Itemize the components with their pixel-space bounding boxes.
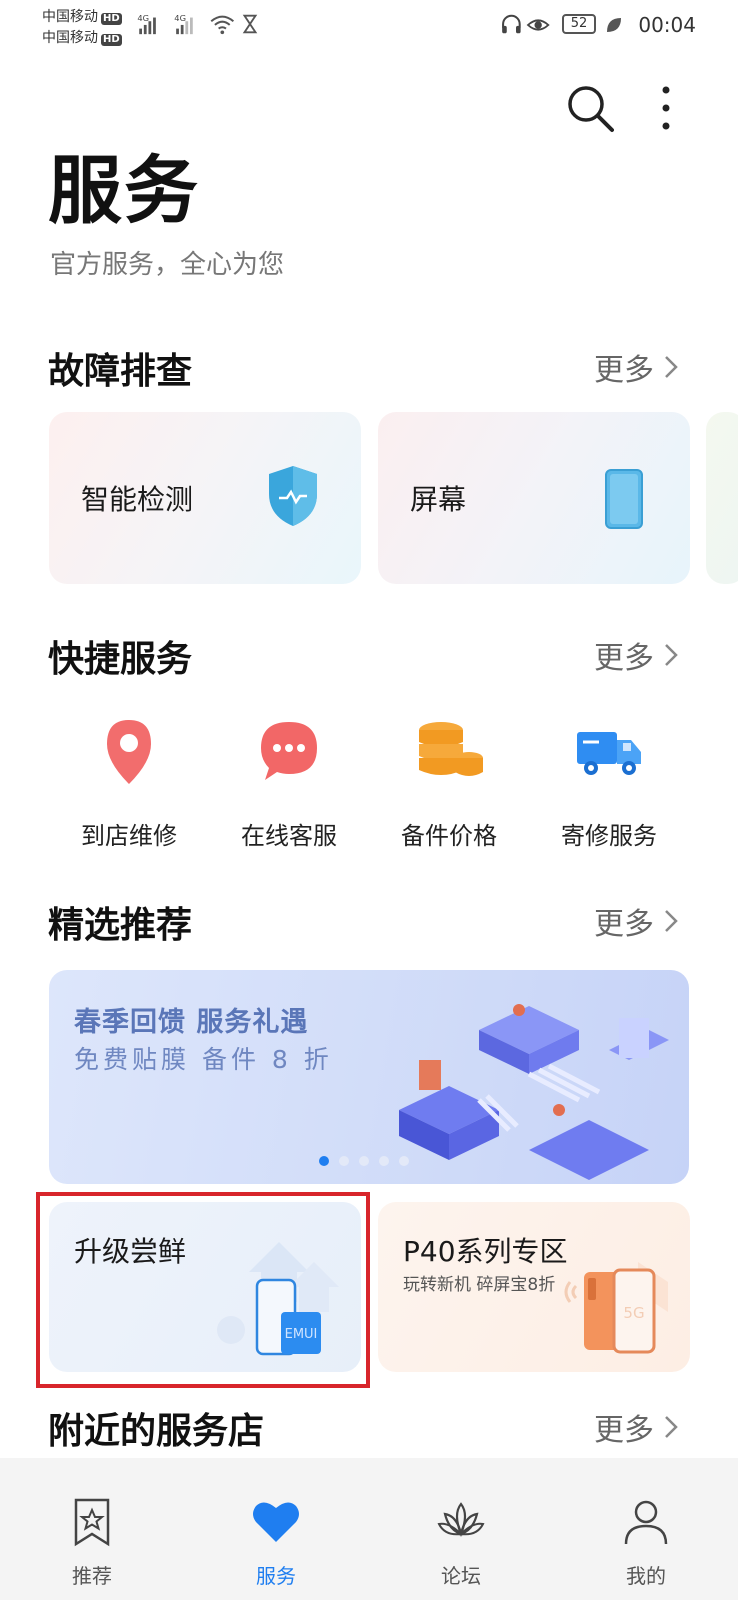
carousel-dot xyxy=(359,1156,369,1166)
coins-icon xyxy=(419,722,483,776)
chat-bubble-icon xyxy=(261,722,317,780)
carrier-2: 中国移动 HD xyxy=(42,30,122,46)
more-label: 更多 xyxy=(594,353,654,388)
card-smart-detection[interactable]: 智能检测 xyxy=(49,412,361,584)
headset-eye-icons xyxy=(502,14,550,34)
nav-label: 我的 xyxy=(626,1564,666,1588)
nav-item-forum[interactable]: 论坛 xyxy=(406,1496,516,1589)
quick-item-label: 备件价格 xyxy=(401,822,497,850)
nav-label: 服务 xyxy=(256,1564,296,1588)
quick-item-mail-repair[interactable]: 寄修服务 xyxy=(534,712,684,851)
search-icon xyxy=(568,86,614,132)
page-title: 服务 xyxy=(48,148,200,234)
nav-label: 推荐 xyxy=(72,1564,112,1588)
nav-item-mine[interactable]: 我的 xyxy=(591,1496,701,1589)
section-title-nearby: 附近的服务店 xyxy=(48,1411,265,1452)
person-icon xyxy=(624,1500,668,1545)
chevron-right-icon xyxy=(665,1416,678,1438)
nav-label: 论坛 xyxy=(441,1564,481,1588)
more-label: 更多 xyxy=(594,907,654,942)
location-pin-icon xyxy=(107,720,151,784)
bookmark-star-icon xyxy=(74,1498,110,1547)
quick-item-store-repair[interactable]: 到店维修 xyxy=(54,712,204,851)
carousel-dot-active xyxy=(319,1156,329,1166)
more-options-button[interactable] xyxy=(652,82,680,136)
section-title-troubleshoot: 故障排查 xyxy=(48,351,193,392)
phone-screen-icon xyxy=(605,469,643,529)
section-title-featured: 精选推荐 xyxy=(48,905,193,946)
carousel-dot xyxy=(339,1156,349,1166)
more-label: 更多 xyxy=(594,1413,654,1448)
nearby-more-link[interactable]: 更多 xyxy=(594,1405,678,1449)
card-screen[interactable]: 屏幕 xyxy=(378,412,690,584)
lotus-icon xyxy=(437,1502,485,1537)
svg-text:5G: 5G xyxy=(623,1304,644,1322)
status-bar: 中国移动 HD 中国移动 HD 4G 4G 52 00:04 xyxy=(0,0,738,50)
isometric-illustration xyxy=(399,1004,669,1180)
quick-item-parts-price[interactable]: 备件价格 xyxy=(374,712,524,851)
chevron-right-icon xyxy=(665,910,678,932)
delivery-truck-icon xyxy=(577,732,641,775)
card-p40-series[interactable]: P40系列专区 玩转新机 碎屏宝8折 5G xyxy=(378,1202,690,1372)
nav-item-service[interactable]: 服务 xyxy=(221,1496,331,1589)
page-subtitle: 官方服务，全心为您 xyxy=(50,250,285,280)
p40-phone-icon: 5G xyxy=(564,1262,668,1354)
card-label: 智能检测 xyxy=(81,483,194,516)
troubleshoot-more-link[interactable]: 更多 xyxy=(594,345,678,389)
battery-indicator: 52 xyxy=(562,14,596,34)
featured-more-link[interactable]: 更多 xyxy=(594,899,678,943)
card-label: 屏幕 xyxy=(410,483,467,516)
signal-icons: 4G 4G xyxy=(137,13,258,35)
highlight-box xyxy=(36,1192,370,1388)
quick-item-label: 在线客服 xyxy=(241,822,337,850)
svg-text:4G: 4G xyxy=(137,13,149,23)
bottom-nav: 推荐 服务 论坛 我的 xyxy=(0,1458,738,1600)
leaf-icon xyxy=(607,18,621,32)
chevron-right-icon xyxy=(665,356,678,378)
promo-banner[interactable]: 春季回馈 服务礼遇 免费贴膜 备件 8 折 xyxy=(49,970,689,1184)
nav-item-recommend[interactable]: 推荐 xyxy=(37,1496,147,1589)
carrier-1: 中国移动 HD xyxy=(42,9,122,25)
quick-services-more-link[interactable]: 更多 xyxy=(594,633,678,677)
section-title-quick-services: 快捷服务 xyxy=(48,639,193,680)
banner-subtitle: 免费贴膜 备件 8 折 xyxy=(74,1045,333,1074)
chevron-right-icon xyxy=(665,644,678,666)
heart-icon xyxy=(253,1502,299,1542)
banner-title: 春季回馈 服务礼遇 xyxy=(74,1007,309,1038)
quick-item-label: 寄修服务 xyxy=(561,822,657,850)
card-title: P40系列专区 xyxy=(403,1235,568,1268)
card-peek[interactable] xyxy=(706,412,738,584)
quick-item-online-support[interactable]: 在线客服 xyxy=(214,712,364,851)
carousel-dot xyxy=(399,1156,409,1166)
vertical-dots-icon xyxy=(662,86,670,130)
carousel-dots xyxy=(319,1156,419,1166)
quick-item-label: 到店维修 xyxy=(81,822,177,850)
clock: 00:04 xyxy=(638,13,696,37)
card-subtitle: 玩转新机 碎屏宝8折 xyxy=(403,1275,556,1295)
carousel-dot xyxy=(379,1156,389,1166)
shield-check-icon xyxy=(269,466,317,526)
more-label: 更多 xyxy=(594,641,654,676)
search-button[interactable] xyxy=(566,82,614,136)
svg-text:4G: 4G xyxy=(174,13,186,23)
